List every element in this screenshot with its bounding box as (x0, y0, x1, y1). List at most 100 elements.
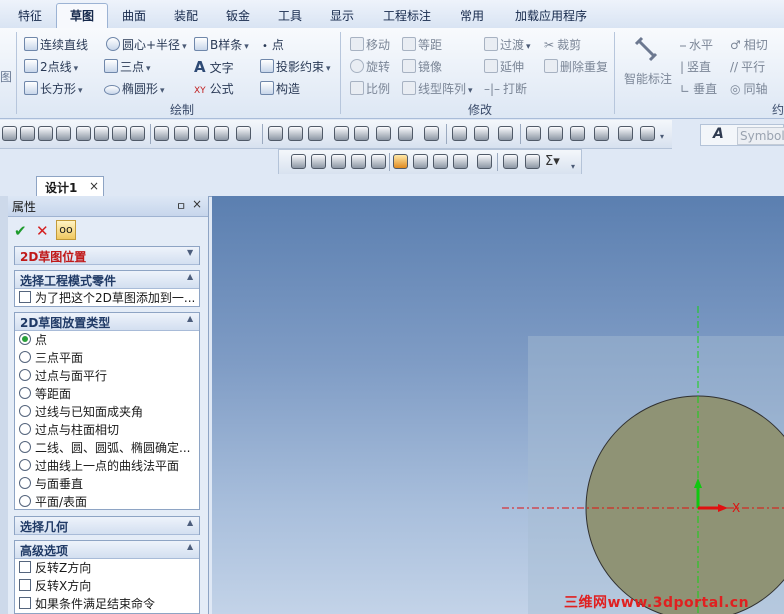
placement-option-tangent[interactable]: 过点与柱面相切 (19, 421, 119, 439)
section-header[interactable]: 2D草图位置 ▼ (15, 247, 199, 265)
scale-button[interactable]: 比例 (350, 80, 390, 98)
move-button[interactable]: 移动 (350, 36, 390, 54)
menu-tab-drawing-annotation[interactable]: 工程标注 (374, 5, 440, 27)
rotate-button[interactable]: 旋转 (350, 58, 390, 76)
tool-icon[interactable] (640, 126, 655, 141)
menu-tab-assembly[interactable]: 装配 (164, 5, 208, 27)
placement-option-offset[interactable]: 等距面 (19, 385, 71, 403)
tool-icon[interactable] (477, 154, 492, 169)
bspline-button[interactable]: B样条 ▾ (194, 36, 249, 54)
collapse-icon[interactable]: ▲ (187, 272, 193, 281)
section-header[interactable]: 选择几何 ▲ (15, 517, 199, 535)
collapse-icon[interactable]: ▲ (187, 518, 193, 527)
add-to-part-checkbox[interactable]: 为了把这个2D草图添加到一... (19, 289, 195, 307)
tool-icon[interactable] (498, 126, 513, 141)
tool-icon[interactable] (503, 154, 518, 169)
section-header[interactable]: 2D草图放置类型 ▲ (15, 313, 199, 331)
menu-tab-addins[interactable]: 加载应用程序 (506, 5, 596, 27)
placement-option-three-point-plane[interactable]: 三点平面 (19, 349, 83, 367)
cancel-icon[interactable]: ✕ (36, 222, 49, 240)
perpendicular-constraint-button[interactable]: ∟ 垂直 (680, 80, 717, 98)
tool-icon[interactable] (174, 126, 189, 141)
tool-icon[interactable] (398, 126, 413, 141)
tool-icon[interactable] (594, 126, 609, 141)
tool-icon[interactable] (453, 154, 468, 169)
smart-dimension-button[interactable]: 智能标注 (624, 70, 672, 88)
project-constraint-button[interactable]: 投影约束 ▾ (260, 58, 331, 76)
two-point-line-button[interactable]: 2点线 ▾ (24, 58, 78, 76)
arc-button[interactable]: 三点 ▾ (104, 58, 151, 76)
tool-icon[interactable] (311, 154, 326, 169)
preview-glasses-icon[interactable]: oo (56, 220, 76, 240)
placement-option-normal[interactable]: 过曲线上一点的曲线法平面 (19, 457, 179, 475)
pin-icon[interactable]: ㅁ (176, 198, 186, 214)
menu-tab-common[interactable]: 常用 (450, 5, 494, 27)
tool-icon[interactable] (548, 126, 563, 141)
tool-icon[interactable] (376, 126, 391, 141)
placement-option-two-lines[interactable]: 二线、圆、圆弧、椭圆确定... (19, 439, 190, 457)
tool-icon[interactable] (236, 126, 251, 141)
polyline-button[interactable]: 连续直线 (24, 36, 88, 54)
placement-option-angle[interactable]: 过线与已知面成夹角 (19, 403, 143, 421)
reverse-z-checkbox[interactable]: 反转Z方向 (19, 559, 91, 577)
point-button[interactable]: • 点 (262, 36, 284, 54)
text-style-icon[interactable]: A (713, 126, 724, 142)
tool-icon[interactable] (618, 126, 633, 141)
section-header[interactable]: 高级选项 ▲ (15, 541, 199, 559)
tool-icon[interactable] (2, 126, 17, 141)
trim-button[interactable]: ✂ 裁剪 (544, 36, 581, 54)
menu-tab-tools[interactable]: 工具 (268, 5, 312, 27)
tool-icon[interactable] (334, 126, 349, 141)
symbol-field[interactable]: SymbolP (737, 127, 784, 145)
tool-icon[interactable] (452, 126, 467, 141)
tool-icon[interactable] (288, 126, 303, 141)
vertical-constraint-button[interactable]: | 竖直 (680, 58, 711, 76)
collapse-icon[interactable]: ▲ (187, 314, 193, 323)
tool-icon[interactable] (20, 126, 35, 141)
tool-icon[interactable] (393, 154, 408, 169)
tool-icon[interactable] (154, 126, 169, 141)
tool-icon[interactable] (38, 126, 53, 141)
menu-tab-sketch[interactable]: 草图 (56, 3, 108, 29)
tool-icon[interactable] (268, 126, 283, 141)
delete-duplicates-button[interactable]: 删除重复 (544, 58, 608, 76)
linear-pattern-button[interactable]: 线型阵列 ▾ (402, 80, 473, 98)
close-panel-icon[interactable]: × (192, 197, 202, 211)
tool-icon[interactable] (291, 154, 306, 169)
toolbar-overflow-icon[interactable]: ▾ (660, 132, 664, 141)
formula-button[interactable]: XY 公式 (194, 80, 234, 98)
extend-button[interactable]: 延伸 (484, 58, 524, 76)
tool-icon[interactable] (570, 126, 585, 141)
tool-icon[interactable] (351, 154, 366, 169)
menu-tab-sheetmetal[interactable]: 钣金 (216, 5, 260, 27)
tool-icon[interactable] (130, 126, 145, 141)
fillet-button[interactable]: 过渡 ▾ (484, 36, 531, 54)
sigma-icon[interactable]: Σ▾ (545, 154, 560, 169)
tool-icon[interactable] (331, 154, 346, 169)
text-button[interactable]: A 文字 (194, 58, 234, 76)
tool-icon[interactable] (433, 154, 448, 169)
tool-icon[interactable] (214, 126, 229, 141)
document-tab[interactable]: 设计1 × (36, 176, 104, 197)
ellipse-button[interactable]: 椭圆形 ▾ (104, 80, 165, 98)
end-command-checkbox[interactable]: 如果条件满足结束命令 (19, 595, 155, 613)
3d-viewport[interactable]: X (212, 196, 784, 614)
menu-tab-features[interactable]: 特征 (8, 5, 52, 27)
tool-icon[interactable] (94, 126, 109, 141)
tool-icon[interactable] (76, 126, 91, 141)
reverse-x-checkbox[interactable]: 反转X方向 (19, 577, 91, 595)
placement-option-parallel[interactable]: 过点与面平行 (19, 367, 107, 385)
circle-center-radius-button[interactable]: 圆心+半径 ▾ (106, 36, 187, 54)
tool-icon[interactable] (424, 126, 439, 141)
tool-icon[interactable] (194, 126, 209, 141)
tool-icon[interactable] (354, 126, 369, 141)
collapse-icon[interactable]: ▼ (187, 248, 193, 257)
tool-icon[interactable] (112, 126, 127, 141)
concentric-constraint-button[interactable]: ◎ 同轴 (730, 80, 768, 98)
placement-option-surface[interactable]: 平面/表面 (19, 493, 87, 511)
tool-icon[interactable] (413, 154, 428, 169)
break-button[interactable]: –|– 打断 (484, 80, 527, 98)
tool-icon[interactable] (308, 126, 323, 141)
construction-button[interactable]: 构造 (260, 80, 300, 98)
tangent-constraint-button[interactable]: ♂ 相切 (730, 36, 768, 54)
